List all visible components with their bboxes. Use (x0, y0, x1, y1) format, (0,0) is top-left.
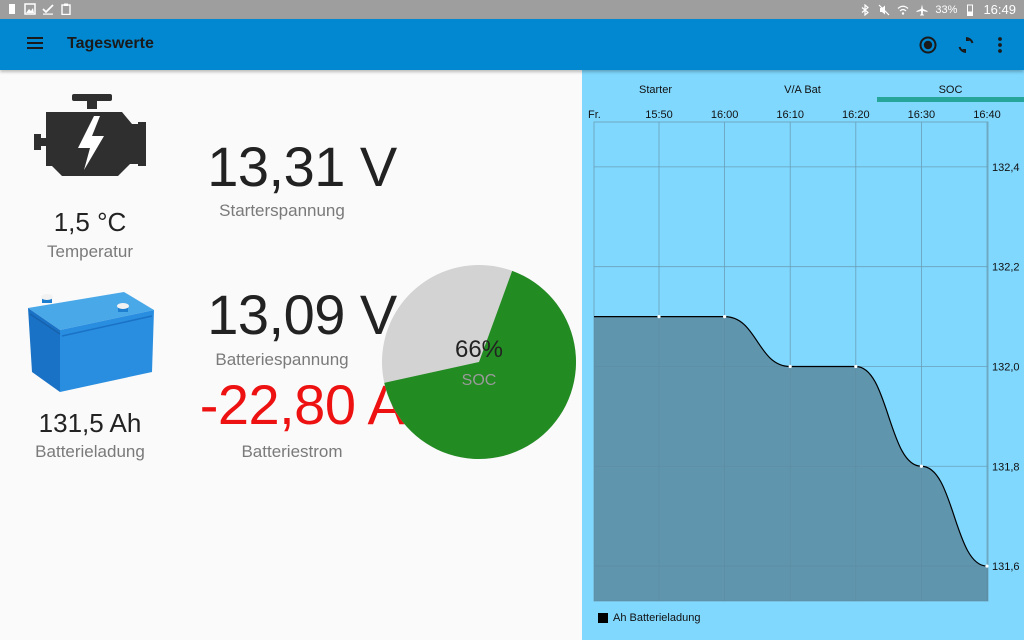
bluetooth-icon (859, 3, 871, 16)
legend-swatch (598, 613, 608, 623)
starter-voltage-value: 13,31 V (207, 135, 397, 198)
legend-label: Ah Batterieladung (613, 612, 701, 624)
battery-current-label: Batteriestrom (241, 442, 343, 461)
data-point (985, 564, 989, 568)
x-tick-label: 16:10 (776, 109, 804, 121)
data-point (723, 314, 727, 319)
soc-label: SOC (461, 372, 497, 389)
record-button[interactable] (915, 32, 941, 58)
battery-voltage-label: Batteriespannung (215, 350, 349, 369)
menu-icon (27, 37, 43, 39)
chart-tabs: Starter V/A Bat SOC (582, 70, 1024, 102)
page-title: Tageswerte (67, 35, 154, 52)
x-tick-label: 16:30 (908, 109, 936, 121)
y-tick-label: 131,8 (992, 461, 1020, 473)
y-tick-label: 132,2 (992, 262, 1020, 274)
check-icon (42, 2, 54, 15)
record-icon (919, 36, 937, 54)
battery-charge-value: 131,5 Ah (38, 408, 142, 438)
tab-soc[interactable]: SOC (877, 84, 1024, 96)
battery-icon (964, 3, 976, 16)
y-tick-label: 132,4 (992, 162, 1020, 174)
engine-icon (34, 94, 146, 176)
more-options-button[interactable] (987, 32, 1013, 58)
data-point (919, 464, 923, 468)
battery-charge-label: Batterieladung (35, 442, 145, 461)
series-area (594, 316, 988, 601)
tab-starter[interactable]: Starter (582, 84, 729, 96)
clock: 16:49 (983, 2, 1016, 17)
battery-percent: 33% (935, 3, 958, 16)
x-tick-label: 16:20 (842, 109, 870, 121)
chart-legend: Ah Batterieladung (598, 612, 700, 624)
refresh-button[interactable] (953, 32, 979, 58)
battery-saver-icon (6, 2, 18, 15)
image-icon (24, 2, 36, 15)
tab-va-bat[interactable]: V/A Bat (729, 84, 876, 96)
data-point (854, 364, 858, 369)
more-vert-icon (998, 37, 1002, 53)
battery-charge-chart[interactable]: Fr. 15:50 16:00 16:10 16:20 16:30 16:40 132,4 13… (582, 102, 1024, 640)
mute-icon (878, 3, 890, 16)
y-tick-label: 131,6 (992, 561, 1020, 573)
temperature-label: Temperatur (47, 242, 133, 261)
x-tick-label: 16:00 (711, 109, 739, 121)
status-bar: 33% 16:49 (0, 0, 1024, 19)
wifi-icon (897, 3, 909, 16)
refresh-icon (958, 37, 974, 53)
airplane-icon (916, 3, 928, 16)
chart-panel: Starter V/A Bat SOC Fr. 15:50 16:00 16:10 16… (582, 70, 1024, 640)
menu-button[interactable] (23, 34, 47, 56)
x-tick-label: 15:50 (645, 109, 673, 121)
data-point (788, 364, 792, 369)
y-tick-label: 132,0 (992, 361, 1020, 373)
x-axis-day-label: Fr. (588, 109, 601, 121)
data-point (657, 314, 661, 319)
x-tick-label: 16:40 (973, 109, 1001, 121)
temperature-value: 1,5 °C (53, 207, 127, 237)
car-battery-icon (28, 292, 154, 392)
clipboard-icon (60, 2, 72, 15)
app-bar: Tageswerte (0, 19, 1024, 70)
soc-value: 66% (454, 336, 504, 363)
soc-gauge: 66% SOC (381, 264, 577, 460)
starter-voltage-label: Starterspannung (219, 201, 345, 220)
